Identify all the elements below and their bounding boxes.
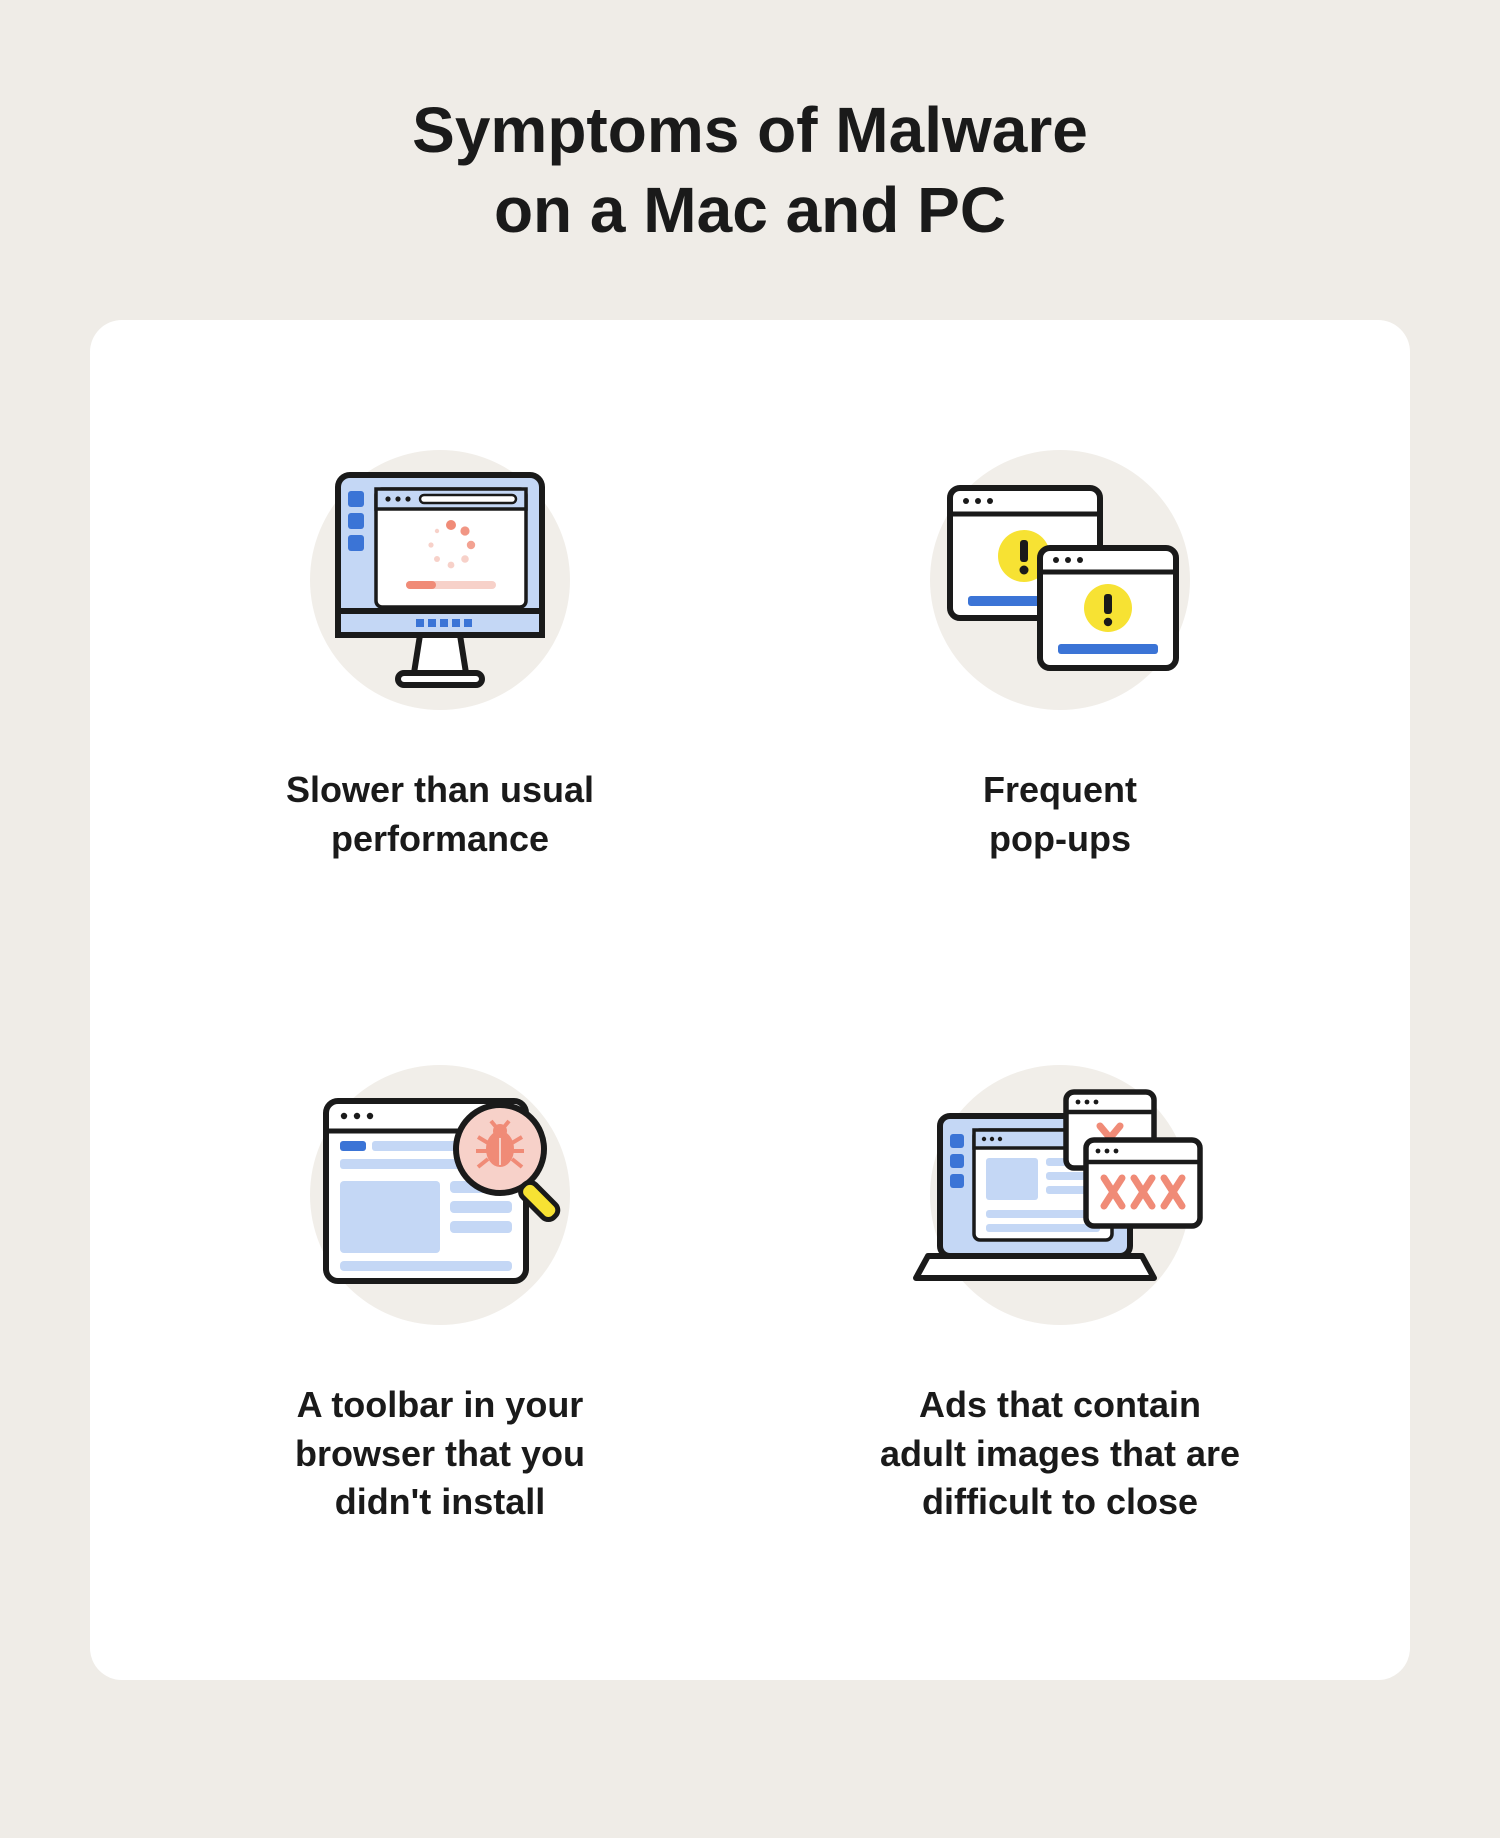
symptom-label: Frequentpop-ups: [983, 766, 1137, 863]
symptom-unknown-toolbar: A toolbar in yourbrowser that youdidn't …: [150, 1045, 730, 1600]
browser-toolbar-bug-icon: [290, 1045, 590, 1345]
symptom-label: A toolbar in yourbrowser that youdidn't …: [295, 1381, 585, 1527]
laptop-ads-icon: [910, 1045, 1210, 1345]
symptom-frequent-popups: Frequentpop-ups: [770, 430, 1350, 985]
slow-computer-icon: [290, 430, 590, 730]
popups-icon: [910, 430, 1210, 730]
page-title: Symptoms of Malware on a Mac and PC: [90, 90, 1410, 250]
symptom-slow-performance: Slower than usualperformance: [150, 430, 730, 985]
symptoms-card: Slower than usualperformance: [90, 320, 1410, 1680]
title-line-1: Symptoms of Malware: [412, 94, 1088, 166]
symptom-label: Ads that containadult images that aredif…: [880, 1381, 1240, 1527]
symptom-adult-ads: Ads that containadult images that aredif…: [770, 1045, 1350, 1600]
symptom-label: Slower than usualperformance: [286, 766, 594, 863]
title-line-2: on a Mac and PC: [494, 174, 1006, 246]
